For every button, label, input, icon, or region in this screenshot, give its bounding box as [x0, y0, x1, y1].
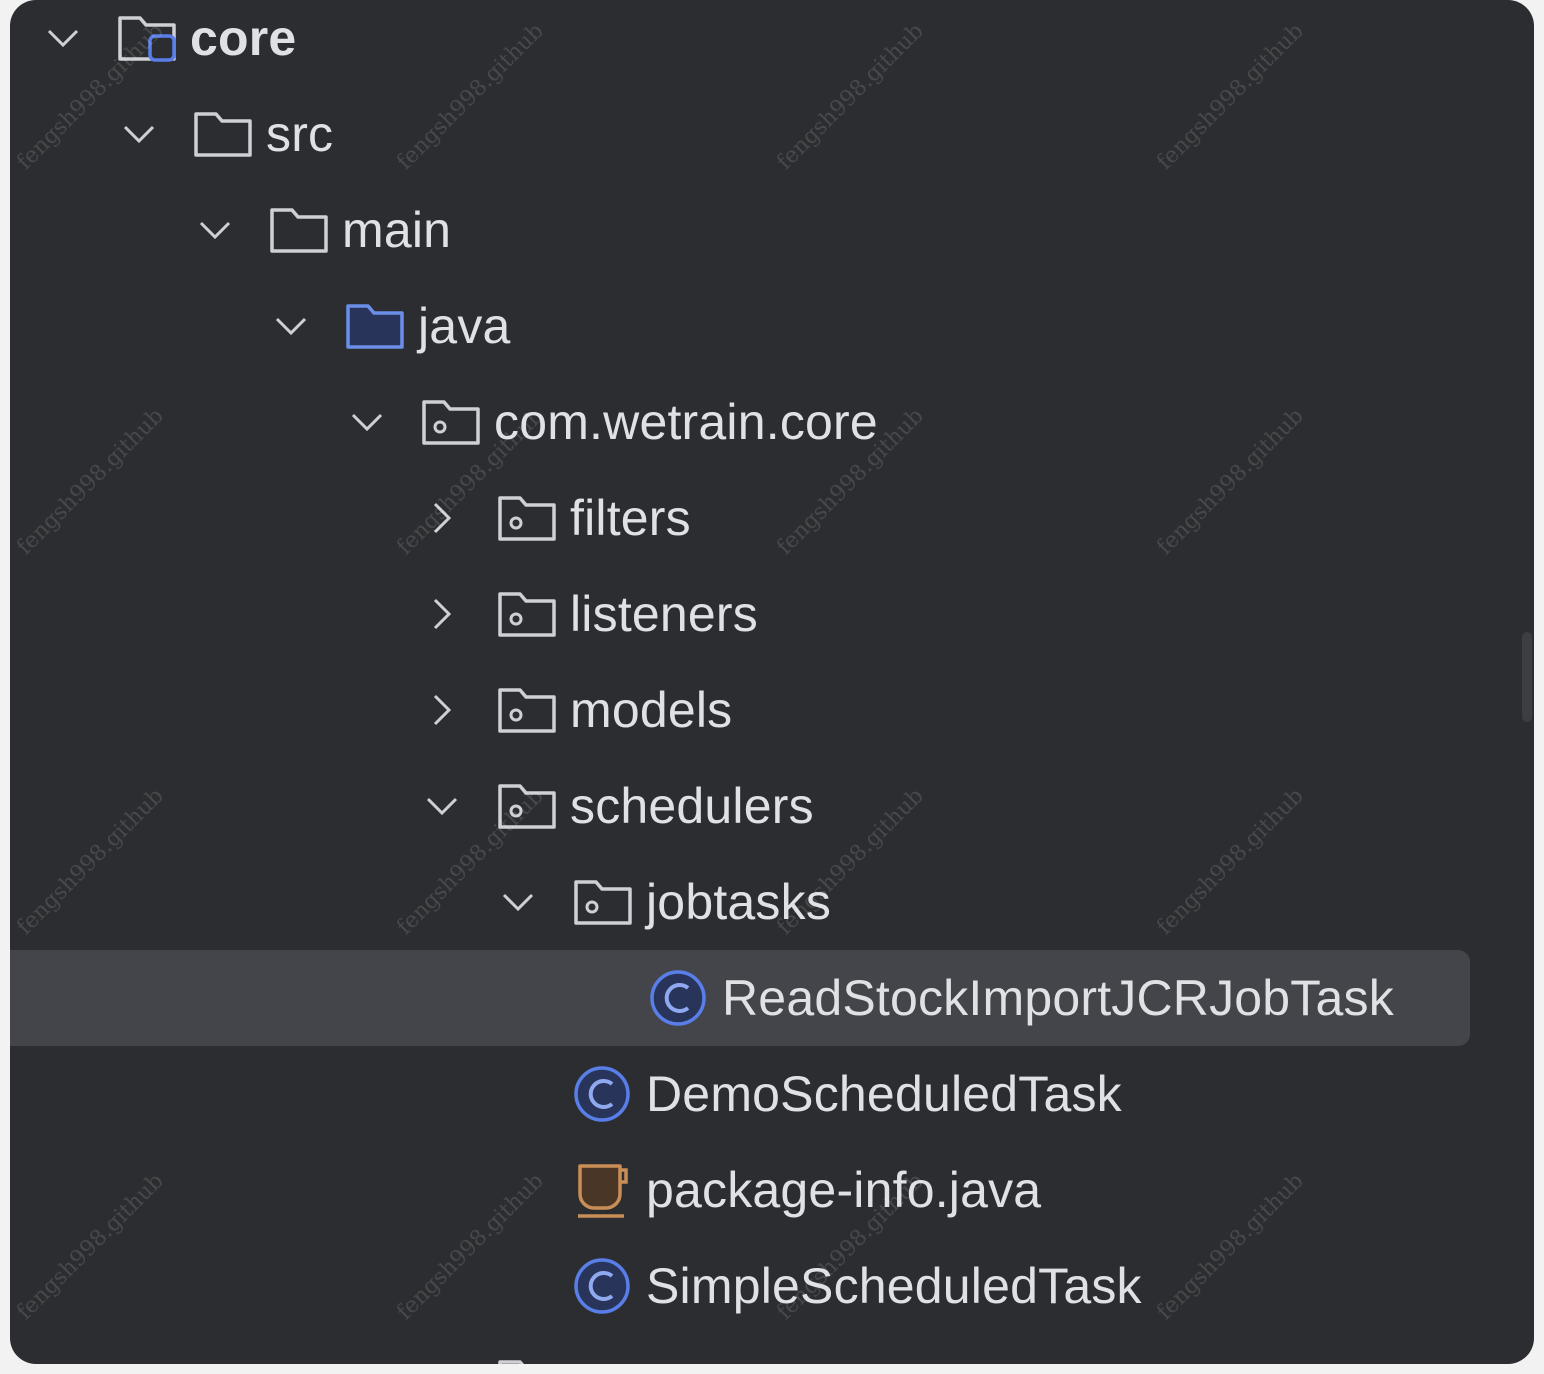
package-icon — [422, 400, 480, 445]
tree-row-java[interactable]: java — [10, 278, 1534, 374]
java-file-icon — [578, 1164, 628, 1218]
package-icon — [498, 496, 556, 541]
tree-label: core — [190, 10, 297, 66]
tree-label: com.wetrain.core — [494, 394, 878, 450]
tree-row-jobtasks[interactable]: jobtasks — [10, 854, 1534, 950]
package-icon — [498, 688, 556, 733]
chevron-down-icon[interactable] — [349, 404, 385, 440]
project-tree-panel: core src main java com.wetrain.core filt… — [10, 0, 1534, 1364]
chevron-down-icon[interactable] — [197, 212, 233, 248]
source-folder-icon — [346, 304, 404, 349]
package-icon — [498, 592, 556, 637]
vertical-scrollbar[interactable] — [1522, 632, 1532, 722]
tree-row-schedulers[interactable]: schedulers — [10, 758, 1534, 854]
class-icon — [574, 1258, 630, 1314]
tree-label: main — [342, 202, 452, 258]
tree-label: java — [418, 298, 511, 354]
tree-row-main[interactable]: main — [10, 182, 1534, 278]
folder-icon — [270, 208, 328, 253]
tree-row-partial — [10, 1334, 1534, 1364]
tree-row-models[interactable]: models — [10, 662, 1534, 758]
chevron-down-icon[interactable] — [273, 308, 309, 344]
chevron-down-icon[interactable] — [121, 116, 157, 152]
tree-label: listeners — [570, 586, 758, 642]
tree-row-core[interactable]: core — [10, 0, 1534, 86]
package-icon — [498, 1360, 525, 1364]
chevron-down-icon[interactable] — [424, 788, 460, 824]
tree-row-package-info-java[interactable]: package-info.java — [10, 1142, 1534, 1238]
chevron-down-icon[interactable] — [45, 20, 81, 56]
package-icon — [498, 784, 556, 829]
class-icon — [650, 970, 706, 1026]
tree-label: schedulers — [570, 778, 814, 834]
tree-row-demoscheduledtask[interactable]: DemoScheduledTask — [10, 1046, 1534, 1142]
tree-row-com-wetrain-core[interactable]: com.wetrain.core — [10, 374, 1534, 470]
tree-label: jobtasks — [646, 874, 832, 930]
tree-label: ReadStockImportJCRJobTask — [722, 970, 1394, 1026]
module-folder-icon — [118, 16, 176, 62]
tree-label: SimpleScheduledTask — [646, 1258, 1142, 1314]
tree-row-src[interactable]: src — [10, 86, 1534, 182]
package-icon — [574, 880, 632, 925]
tree-row-simplescheduledtask[interactable]: SimpleScheduledTask — [10, 1238, 1534, 1334]
tree-row-listeners[interactable]: listeners — [10, 566, 1534, 662]
tree-label: models — [570, 682, 733, 738]
chevron-right-icon[interactable] — [424, 500, 460, 536]
chevron-right-icon[interactable] — [424, 692, 460, 728]
tree-row-filters[interactable]: filters — [10, 470, 1534, 566]
chevron-down-icon[interactable] — [500, 884, 536, 920]
tree-row-readstockimportjcrjobtask[interactable]: ReadStockImportJCRJobTask — [10, 950, 1534, 1046]
tree-label: filters — [570, 490, 691, 546]
class-icon — [574, 1066, 630, 1122]
tree-label: src — [266, 106, 334, 162]
tree-label: package-info.java — [646, 1162, 1042, 1218]
tree-label: DemoScheduledTask — [646, 1066, 1122, 1122]
folder-icon — [194, 112, 252, 157]
chevron-right-icon[interactable] — [424, 596, 460, 632]
